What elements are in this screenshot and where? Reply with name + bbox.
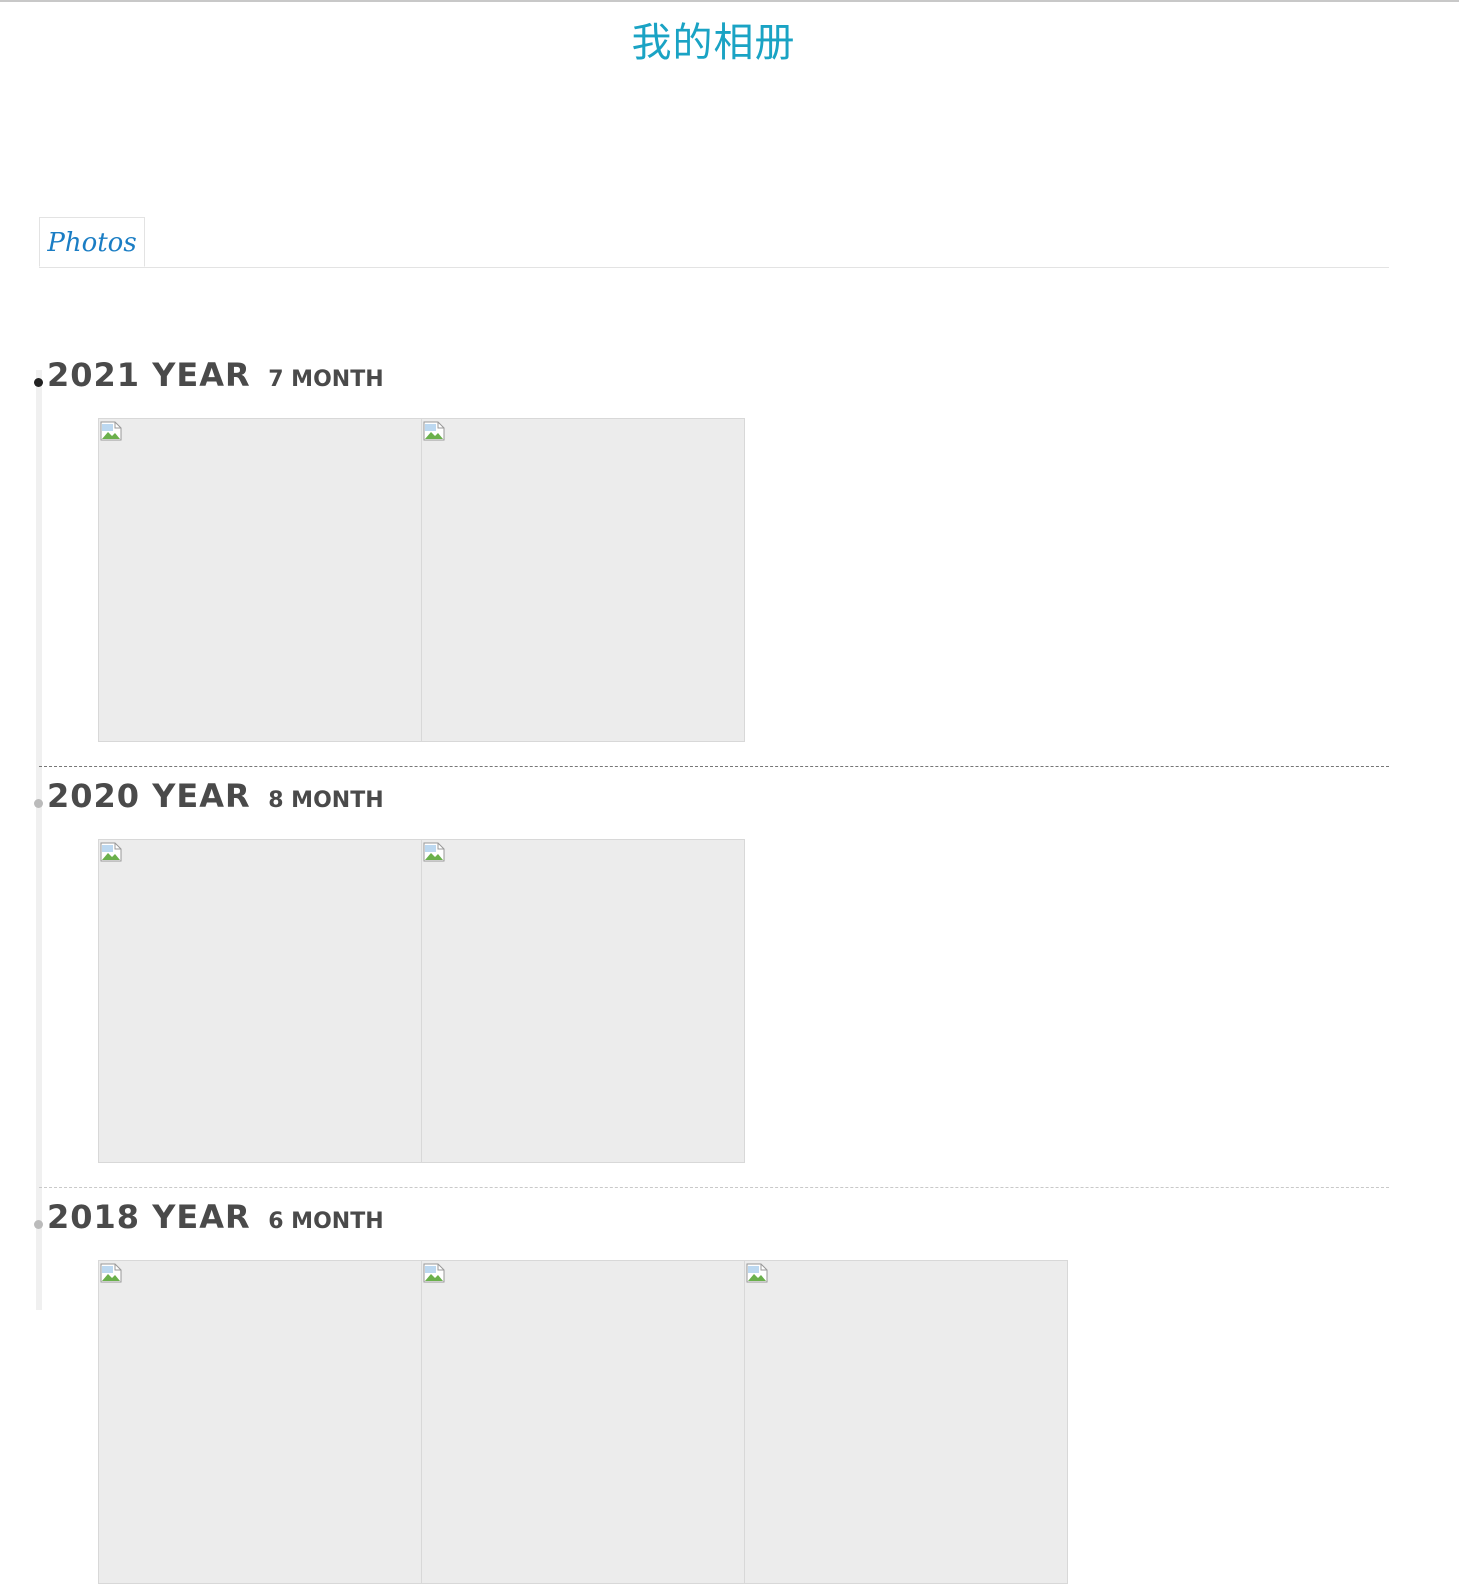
timeline-dot — [34, 1220, 43, 1229]
photo-thumbnail[interactable] — [98, 839, 422, 1163]
section-year: 2021 YEAR — [47, 356, 251, 394]
broken-image-icon — [746, 1263, 768, 1283]
section-heading: 2021 YEAR 7 MONTH — [47, 356, 384, 394]
broken-image-icon — [423, 842, 445, 862]
section-year: 2018 YEAR — [47, 1198, 251, 1236]
photo-thumbnail[interactable] — [98, 1260, 422, 1584]
page-title: 我的相册 — [631, 20, 796, 66]
photo-grid — [98, 1260, 1068, 1584]
section-divider — [39, 766, 1389, 767]
broken-image-icon — [423, 421, 445, 441]
photo-thumbnail[interactable] — [421, 1260, 745, 1584]
broken-image-icon — [100, 421, 122, 441]
timeline-dot — [34, 378, 43, 387]
broken-image-icon — [100, 1263, 122, 1283]
timeline-line — [36, 370, 42, 1310]
photo-thumbnail[interactable] — [98, 418, 422, 742]
photo-grid — [98, 839, 745, 1163]
broken-image-icon — [100, 842, 122, 862]
section-month: 8 MONTH — [268, 788, 384, 813]
section-heading: 2018 YEAR 6 MONTH — [47, 1198, 384, 1236]
section-heading: 2020 YEAR 8 MONTH — [47, 777, 384, 815]
section-month: 7 MONTH — [268, 367, 384, 392]
tab-bar: Photos — [39, 217, 1389, 268]
broken-image-icon — [423, 1263, 445, 1283]
photo-thumbnail[interactable] — [744, 1260, 1068, 1584]
tab-photos[interactable]: Photos — [39, 217, 145, 267]
top-border — [0, 0, 1459, 2]
section-month: 6 MONTH — [268, 1209, 384, 1234]
photo-grid — [98, 418, 745, 742]
photo-thumbnail[interactable] — [421, 839, 745, 1163]
section-year: 2020 YEAR — [47, 777, 251, 815]
timeline-dot — [34, 799, 43, 808]
section-divider — [39, 1187, 1389, 1188]
photo-thumbnail[interactable] — [421, 418, 745, 742]
